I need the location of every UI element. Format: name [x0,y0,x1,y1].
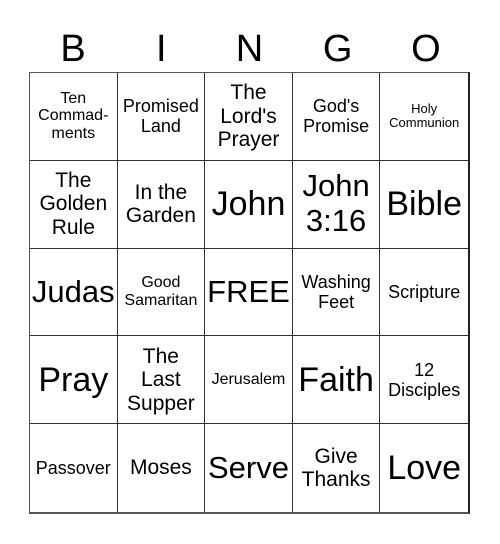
cell-text: The Last Supper [127,344,195,415]
header-letter-g: G [322,28,353,70]
cell-text: In the Garden [125,180,196,228]
bingo-cell[interactable]: 12 Disciples [380,336,468,425]
cell-text: Good Samaritan [124,274,198,309]
cell-text: Washing Feet [301,271,371,312]
bingo-cell[interactable]: The Golden Rule [30,160,118,249]
free-space-cell[interactable]: FREE [205,248,293,337]
bingo-cell[interactable]: John [205,160,293,249]
cell-text: John 3:16 [302,168,370,239]
header-letter-b: B [60,28,86,70]
cell-text: The Golden Rule [39,168,108,239]
cell-text: Pray [38,360,109,399]
cell-text: Passover [35,458,111,479]
bingo-cell[interactable]: Serve [205,424,293,512]
cell-text: Bible [386,185,462,224]
bingo-cell[interactable]: Passover [30,424,118,512]
bingo-cell[interactable]: Give Thanks [293,424,381,512]
bingo-cell[interactable]: Jerusalem [205,336,293,425]
cell-text: Jerusalem [211,370,286,388]
cell-text: Judas [31,273,115,309]
bingo-cell[interactable]: John 3:16 [292,160,381,249]
cell-text: Promised Land [122,96,199,137]
bingo-cell[interactable]: Good Samaritan [117,248,206,337]
bingo-cell[interactable]: Holy Communion [380,73,468,161]
bingo-cell[interactable]: The Lord's Prayer [205,73,293,161]
header-letter-i: I [156,28,167,70]
bingo-cell[interactable]: Faith [292,336,381,425]
bingo-cell[interactable]: God's Promise [292,73,381,161]
cell-text: Faith [298,360,374,399]
bingo-cell[interactable]: Judas [30,248,118,337]
cell-text: Serve [208,449,289,485]
cell-text: Scripture [388,281,461,302]
bingo-cell[interactable]: Love [380,424,468,512]
bingo-cell[interactable]: Bible [380,161,468,249]
cell-text: Moses [129,456,192,480]
cell-text: Ten Commad- ments [38,89,109,143]
cell-text: John [211,185,286,224]
cell-text: Holy Communion [389,100,460,131]
bingo-cell[interactable]: Ten Commad- ments [30,73,118,161]
bingo-cell[interactable]: Washing Feet [292,248,381,337]
cell-text: 12 Disciples [388,359,461,400]
cell-text: The Lord's Prayer [217,81,280,152]
bingo-cell[interactable]: The Last Supper [117,336,206,425]
cell-text: Give Thanks [301,444,371,492]
bingo-cell[interactable]: Pray [30,336,118,425]
bingo-card: Ten Commad- ments Promised Land The Lord… [29,72,470,514]
bingo-cell[interactable]: Scripture [380,249,468,337]
bingo-cell[interactable]: Moses [118,424,206,512]
cell-text: God's Promise [303,96,370,137]
bingo-cell[interactable]: In the Garden [117,160,206,249]
bingo-header: B I N G O [29,26,470,72]
header-letter-n: N [235,28,264,70]
cell-text: Love [387,449,462,488]
header-letter-o: O [411,28,441,70]
free-space-text: FREE [207,273,290,309]
bingo-cell[interactable]: Promised Land [117,73,206,161]
